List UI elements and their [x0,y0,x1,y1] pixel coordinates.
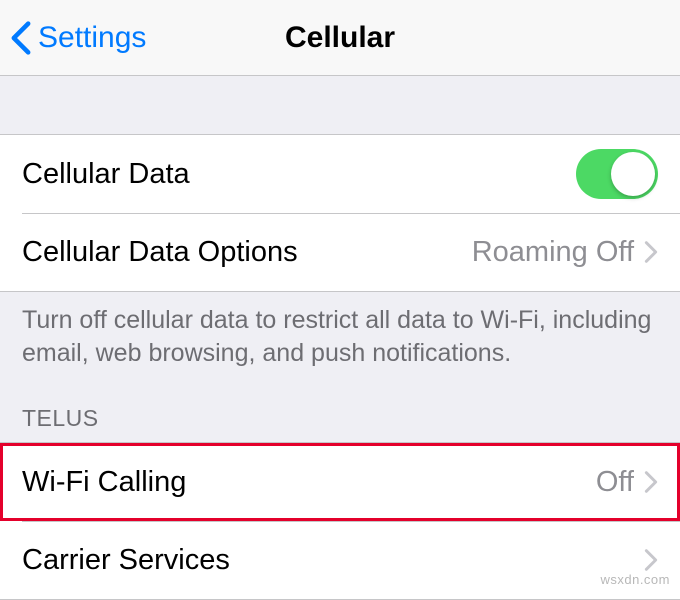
settings-group-cellular: Cellular Data Cellular Data Options Roam… [0,134,680,292]
back-label: Settings [38,21,146,55]
chevron-right-icon [644,240,658,264]
back-button[interactable]: Settings [0,20,146,56]
carrier-services-label: Carrier Services [22,544,644,577]
chevron-right-icon [644,470,658,494]
nav-bar: Settings Cellular [0,0,680,76]
wifi-calling-label: Wi-Fi Calling [22,466,596,499]
row-cellular-data-options[interactable]: Cellular Data Options Roaming Off [0,213,680,291]
cellular-footer-note: Turn off cellular data to restrict all d… [0,292,680,369]
row-wifi-calling[interactable]: Wi-Fi Calling Off [0,443,680,521]
chevron-right-icon [644,548,658,572]
cellular-data-toggle[interactable] [576,149,658,199]
chevron-left-icon [10,20,32,56]
settings-group-carrier: Wi-Fi Calling Off Carrier Services [0,442,680,600]
carrier-section-header: TELUS [0,369,680,442]
row-cellular-data[interactable]: Cellular Data [0,135,680,213]
watermark: wsxdn.com [600,572,670,587]
wifi-calling-value: Off [596,466,634,499]
cellular-data-options-value: Roaming Off [472,236,634,269]
cellular-data-options-label: Cellular Data Options [22,236,472,269]
row-carrier-services[interactable]: Carrier Services [0,521,680,599]
cellular-data-label: Cellular Data [22,158,576,191]
